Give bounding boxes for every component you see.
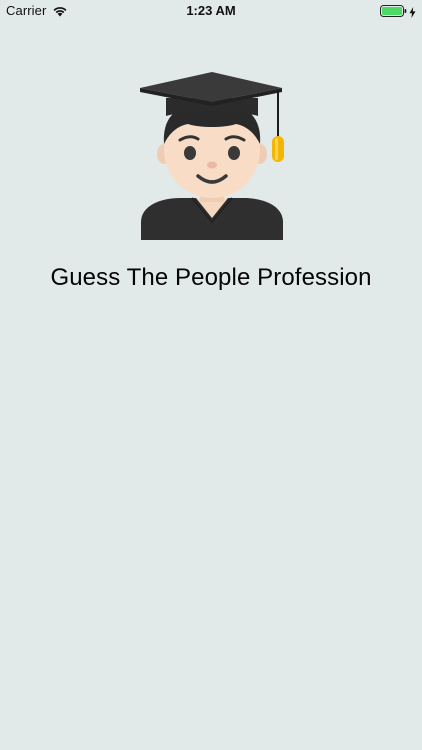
app-screen: Carrier 1:23 AM Guess The People Profess… xyxy=(0,0,422,750)
student-graduate-icon xyxy=(136,72,288,242)
status-time: 1:23 AM xyxy=(186,3,236,18)
battery-group xyxy=(380,4,416,18)
status-bar: Carrier 1:23 AM xyxy=(0,0,422,22)
battery-icon xyxy=(380,4,407,17)
charging-bolt-icon xyxy=(409,5,416,18)
page-title: Guess The People Profession xyxy=(50,264,372,291)
